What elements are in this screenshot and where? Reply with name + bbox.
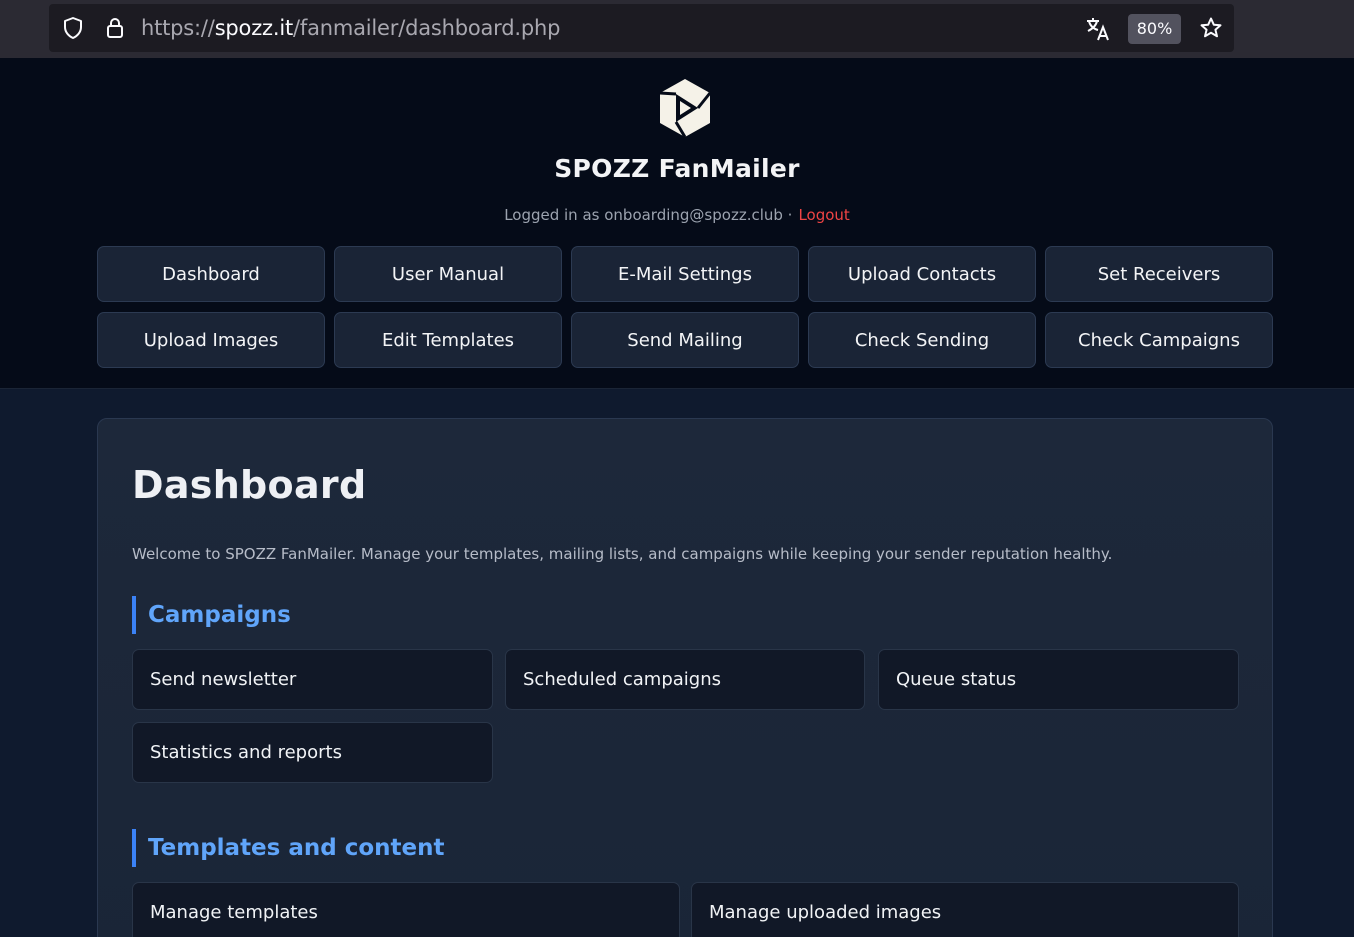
nav-check-campaigns-button[interactable]: Check Campaigns bbox=[1045, 312, 1273, 368]
translate-icon[interactable] bbox=[1085, 16, 1109, 41]
shield-icon[interactable] bbox=[61, 16, 85, 40]
url-text[interactable]: https://spozz.it/fanmailer/dashboard.php bbox=[141, 16, 560, 40]
lock-icon[interactable] bbox=[103, 16, 127, 40]
tile-send-newsletter[interactable]: Send newsletter bbox=[132, 649, 493, 710]
nav-send-mailing-button[interactable]: Send Mailing bbox=[571, 312, 799, 368]
zoom-level-badge[interactable]: 80% bbox=[1128, 14, 1181, 44]
tile-manage-templates[interactable]: Manage templates bbox=[132, 882, 680, 937]
url-host: spozz.it bbox=[214, 16, 294, 40]
logged-in-text: Logged in as onboarding@spozz.club · bbox=[504, 206, 793, 224]
nav-edit-templates-button[interactable]: Edit Templates bbox=[334, 312, 562, 368]
tile-manage-uploaded-images[interactable]: Manage uploaded images bbox=[691, 882, 1239, 937]
nav-upload-contacts-button[interactable]: Upload Contacts bbox=[808, 246, 1036, 302]
url-path: /fanmailer/dashboard.php bbox=[293, 16, 561, 40]
tile-statistics-and-reports[interactable]: Statistics and reports bbox=[132, 722, 493, 783]
dashboard-card: Dashboard Welcome to SPOZZ FanMailer. Ma… bbox=[97, 418, 1273, 937]
login-status: Logged in as onboarding@spozz.club · Logo… bbox=[0, 206, 1354, 224]
tile-scheduled-campaigns[interactable]: Scheduled campaigns bbox=[505, 649, 865, 710]
browser-toolbar: https://spozz.it/fanmailer/dashboard.php… bbox=[0, 0, 1354, 58]
star-icon[interactable] bbox=[1199, 16, 1223, 40]
section-title-templates: Templates and content bbox=[132, 829, 445, 867]
section-title-campaigns: Campaigns bbox=[132, 596, 291, 634]
nav-user-manual-button[interactable]: User Manual bbox=[334, 246, 562, 302]
nav-email-settings-button[interactable]: E-Mail Settings bbox=[571, 246, 799, 302]
brand-title: SPOZZ FanMailer bbox=[554, 154, 800, 183]
url-scheme: https:// bbox=[141, 16, 215, 40]
address-bar[interactable]: https://spozz.it/fanmailer/dashboard.php… bbox=[49, 4, 1234, 52]
tile-queue-status[interactable]: Queue status bbox=[878, 649, 1239, 710]
nav-set-receivers-button[interactable]: Set Receivers bbox=[1045, 246, 1273, 302]
intro-text: Welcome to SPOZZ FanMailer. Manage your … bbox=[132, 545, 1113, 563]
site-header: SPOZZ FanMailer Logged in as onboarding@… bbox=[0, 58, 1354, 389]
nav-dashboard-button[interactable]: Dashboard bbox=[97, 246, 325, 302]
main-nav: Dashboard User Manual E-Mail Settings Up… bbox=[97, 246, 1273, 368]
logo-icon bbox=[658, 78, 712, 138]
page-title: Dashboard bbox=[132, 463, 367, 507]
nav-upload-images-button[interactable]: Upload Images bbox=[97, 312, 325, 368]
logout-link[interactable]: Logout bbox=[798, 206, 849, 224]
nav-check-sending-button[interactable]: Check Sending bbox=[808, 312, 1036, 368]
